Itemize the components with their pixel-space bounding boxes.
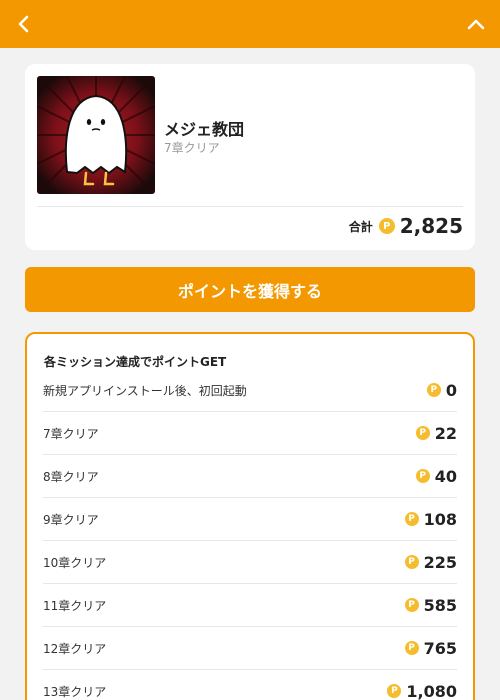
mission-row: 7章クリア P 22 (43, 412, 457, 455)
mission-row: 13章クリア P 1,080 (43, 670, 457, 700)
total-value: 2,825 (399, 214, 463, 238)
collapse-button[interactable] (452, 0, 500, 48)
chevron-up-icon (467, 19, 485, 30)
mission-label: 9章クリア (43, 512, 99, 527)
mission-label: 8章クリア (43, 469, 99, 484)
point-coin-icon: P (415, 469, 430, 483)
profile-name: メジェ教団 (164, 120, 245, 139)
total-points: 合計 P 2,825 (349, 214, 463, 238)
point-coin-icon: P (426, 383, 441, 397)
mission-points: 225 (423, 552, 457, 572)
profile-progress: 7章クリア (164, 141, 220, 155)
mission-card: 各ミッション達成でポイントGET 新規アプリインストール後、初回起動 P 0 7章クリ… (25, 332, 475, 700)
back-button[interactable] (0, 0, 48, 48)
mission-label: 7章クリア (43, 426, 99, 441)
mission-row: 12章クリア P 765 (43, 627, 457, 670)
mission-row: 8章クリア P 40 (43, 455, 457, 498)
mission-row: 10章クリア P 225 (43, 541, 457, 584)
point-coin-icon: P (404, 641, 419, 655)
mission-title: 各ミッション達成でポイントGET (44, 355, 227, 369)
mission-points: 585 (423, 595, 457, 615)
mission-reward: P 585 (404, 595, 457, 615)
mission-label: 13章クリア (43, 684, 107, 699)
point-coin-icon: P (378, 218, 395, 234)
mission-reward: P0 (426, 380, 457, 400)
divider (37, 206, 463, 207)
mission-reward: P 40 (415, 466, 457, 486)
top-bar (0, 0, 500, 48)
mission-points: 40 (434, 466, 457, 486)
mission-row: 11章クリア P 585 (43, 584, 457, 627)
mission-points: 0 (445, 380, 457, 400)
profile-card: メジェ教団 7章クリア 合計 P 2,825 (25, 64, 475, 250)
point-coin-icon: P (404, 512, 419, 526)
mission-label: 10章クリア (43, 555, 107, 570)
mission-label: 12章クリア (43, 641, 107, 656)
point-coin-icon: P (404, 555, 419, 569)
ghost-icon (37, 76, 155, 194)
mission-row: 9章クリア P 108 (43, 498, 457, 541)
mission-list: 新規アプリインストール後、初回起動 P 0 7章クリア P 22 8章クリア P 40 9章クリア… (43, 369, 457, 700)
mission-reward: P 765 (404, 638, 457, 658)
point-coin-icon: P (404, 598, 419, 612)
mission-points: 1,080 (406, 681, 457, 700)
chevron-left-icon (18, 15, 29, 33)
ghost-avatar (37, 76, 155, 194)
mission-reward: P 225 (404, 552, 457, 572)
mission-points: 765 (423, 638, 457, 658)
mission-reward: P 108 (404, 509, 457, 529)
mission-row: 新規アプリインストール後、初回起動 P 0 (43, 369, 457, 412)
mission-label: 11章クリア (43, 598, 107, 613)
earn-points-button[interactable]: ポイントを獲得する (25, 267, 475, 312)
total-label: 合計 (348, 219, 373, 234)
mission-points: 22 (434, 423, 457, 443)
mission-points: 108 (423, 509, 457, 529)
point-coin-icon: P (415, 426, 430, 440)
mission-reward: P 1,080 (387, 682, 457, 700)
point-coin-icon: P (387, 684, 402, 698)
mission-label: 新規アプリインストール後、初回起動 (43, 383, 247, 398)
mission-reward: P 22 (415, 423, 457, 443)
